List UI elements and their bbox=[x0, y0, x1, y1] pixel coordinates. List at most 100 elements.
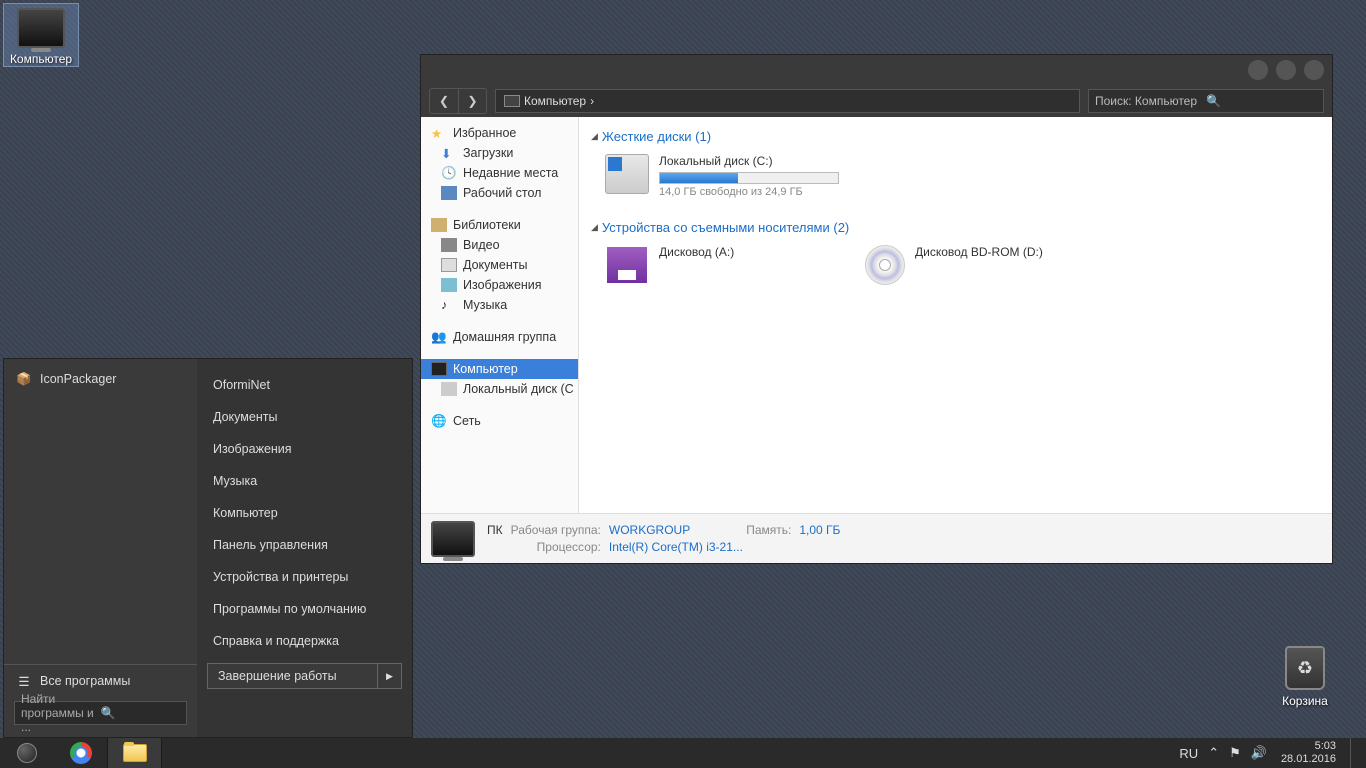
desktop-icon-computer[interactable]: Компьютер bbox=[4, 4, 78, 66]
star-icon: ★ bbox=[431, 126, 447, 140]
sidebar-downloads[interactable]: ⬇Загрузки bbox=[421, 143, 578, 163]
address-location: Компьютер bbox=[524, 94, 586, 108]
iconpackager-icon: 📦 bbox=[16, 371, 32, 387]
sidebar-computer[interactable]: Компьютер bbox=[421, 359, 578, 379]
video-icon bbox=[441, 238, 457, 252]
start-menu-shutdown[interactable]: Завершение работы ▶ bbox=[207, 663, 402, 689]
download-icon: ⬇ bbox=[441, 146, 457, 160]
document-icon bbox=[441, 258, 457, 272]
computer-icon bbox=[504, 95, 520, 107]
sidebar-pictures[interactable]: Изображения bbox=[421, 275, 578, 295]
sidebar-favorites[interactable]: ★Избранное bbox=[421, 123, 578, 143]
details-workgroup-value: WORKGROUP bbox=[609, 523, 690, 537]
search-icon: 🔍 bbox=[101, 706, 181, 720]
sidebar-recent[interactable]: 🕓Недавние места bbox=[421, 163, 578, 183]
drive-floppy-a[interactable]: Дисковод (A:) bbox=[605, 245, 825, 285]
sidebar-videos[interactable]: Видео bbox=[421, 235, 578, 255]
start-menu-item-documents[interactable]: Документы bbox=[197, 401, 412, 433]
minimize-button[interactable] bbox=[1248, 60, 1268, 80]
address-bar[interactable]: Компьютер › bbox=[495, 89, 1080, 113]
tray-language[interactable]: RU bbox=[1179, 746, 1198, 761]
desktop-icon bbox=[441, 186, 457, 200]
start-menu-right-column: OformiNet Документы Изображения Музыка К… bbox=[197, 359, 412, 737]
recycle-bin-icon: ♻ bbox=[1285, 646, 1325, 690]
sidebar-homegroup[interactable]: 👥Домашняя группа bbox=[421, 327, 578, 347]
start-menu-item-music[interactable]: Музыка bbox=[197, 465, 412, 497]
details-memory-label: Память: bbox=[746, 523, 791, 537]
tray-clock[interactable]: 5:03 28.01.2016 bbox=[1277, 740, 1340, 766]
list-icon: ☰ bbox=[16, 673, 32, 689]
system-tray: RU ⌃ ⚑ 🔊 5:03 28.01.2016 bbox=[1173, 738, 1366, 768]
start-orb-icon bbox=[17, 743, 37, 763]
start-menu-item-computer[interactable]: Компьютер bbox=[197, 497, 412, 529]
explorer-details-bar: ПК Рабочая группа: WORKGROUP Память: 1,0… bbox=[421, 513, 1332, 563]
disk-icon bbox=[441, 382, 457, 396]
drive-free-space: 14,0 ГБ свободно из 24,9 ГБ bbox=[659, 186, 839, 198]
breadcrumb-separator: › bbox=[590, 94, 594, 108]
group-header-hdd[interactable]: ◢ Жесткие диски (1) bbox=[591, 125, 1320, 150]
start-menu-all-programs[interactable]: ☰ Все программы bbox=[4, 664, 197, 695]
search-placeholder: Поиск: Компьютер bbox=[1095, 94, 1206, 108]
recent-icon: 🕓 bbox=[441, 166, 457, 180]
drive-name: Локальный диск (C:) bbox=[659, 154, 839, 170]
nav-buttons: ❮ ❯ bbox=[429, 88, 487, 114]
taskbar-app-chrome[interactable] bbox=[54, 738, 108, 768]
start-button[interactable] bbox=[0, 738, 54, 768]
drive-name: Дисковод BD-ROM (D:) bbox=[915, 245, 1043, 261]
window-titlebar[interactable] bbox=[421, 55, 1332, 85]
sidebar-network[interactable]: 🌐Сеть bbox=[421, 411, 578, 431]
all-programs-label: Все программы bbox=[40, 674, 130, 688]
group-header-removable[interactable]: ◢ Устройства со съемными носителями (2) bbox=[591, 216, 1320, 241]
nav-forward-button[interactable]: ❯ bbox=[458, 89, 486, 113]
collapse-triangle-icon: ◢ bbox=[591, 131, 598, 142]
tray-show-hidden-icon[interactable]: ⌃ bbox=[1208, 745, 1219, 761]
sidebar-local-disk[interactable]: Локальный диск (C bbox=[421, 379, 578, 399]
show-desktop-button[interactable] bbox=[1350, 738, 1360, 768]
nav-back-button[interactable]: ❮ bbox=[430, 89, 458, 113]
collapse-triangle-icon: ◢ bbox=[591, 222, 598, 233]
chrome-icon bbox=[70, 742, 92, 764]
desktop-icon-label: Корзина bbox=[1268, 694, 1342, 708]
explorer-body: ★Избранное ⬇Загрузки 🕓Недавние места Раб… bbox=[421, 117, 1332, 513]
search-placeholder: Найти программы и ... bbox=[21, 692, 101, 734]
search-icon: 🔍 bbox=[1206, 94, 1317, 108]
sidebar-desktop[interactable]: Рабочий стол bbox=[421, 183, 578, 203]
start-menu-app-label: IconPackager bbox=[40, 372, 116, 386]
maximize-button[interactable] bbox=[1276, 60, 1296, 80]
music-icon: ♪ bbox=[441, 298, 457, 312]
sidebar-music[interactable]: ♪Музыка bbox=[421, 295, 578, 315]
explorer-search[interactable]: Поиск: Компьютер 🔍 bbox=[1088, 89, 1324, 113]
sidebar-documents[interactable]: Документы bbox=[421, 255, 578, 275]
shutdown-label: Завершение работы bbox=[208, 669, 377, 683]
start-menu-item-devices[interactable]: Устройства и принтеры bbox=[197, 561, 412, 593]
details-cpu-label: Процессор: bbox=[511, 540, 601, 554]
taskbar-app-explorer[interactable] bbox=[108, 738, 162, 768]
homegroup-icon: 👥 bbox=[431, 330, 447, 344]
tray-volume-icon[interactable]: 🔊 bbox=[1251, 745, 1267, 761]
clock-time: 5:03 bbox=[1281, 740, 1336, 753]
explorer-nav-bar: ❮ ❯ Компьютер › Поиск: Компьютер 🔍 bbox=[421, 85, 1332, 117]
drive-bd-rom-d[interactable]: Дисковод BD-ROM (D:) bbox=[865, 245, 1085, 285]
monitor-icon bbox=[431, 362, 447, 376]
monitor-icon bbox=[431, 521, 475, 557]
start-menu-search[interactable]: Найти программы и ... 🔍 bbox=[14, 701, 187, 725]
start-menu-item-help[interactable]: Справка и поддержка bbox=[197, 625, 412, 657]
start-menu-app-iconpackager[interactable]: 📦 IconPackager bbox=[4, 365, 197, 393]
desktop-icon-recycle-bin[interactable]: ♻ Корзина bbox=[1268, 646, 1342, 708]
start-menu-item-control-panel[interactable]: Панель управления bbox=[197, 529, 412, 561]
shutdown-options-arrow[interactable]: ▶ bbox=[377, 664, 401, 688]
monitor-icon bbox=[17, 8, 65, 48]
explorer-sidebar: ★Избранное ⬇Загрузки 🕓Недавние места Раб… bbox=[421, 117, 579, 513]
start-menu-item-pictures[interactable]: Изображения bbox=[197, 433, 412, 465]
explorer-main[interactable]: ◢ Жесткие диски (1) Локальный диск (C:) … bbox=[579, 117, 1332, 513]
drive-local-disk-c[interactable]: Локальный диск (C:) 14,0 ГБ свободно из … bbox=[605, 154, 885, 198]
details-workgroup-label: Рабочая группа: bbox=[511, 523, 601, 537]
hdd-icon bbox=[605, 154, 649, 194]
close-button[interactable] bbox=[1304, 60, 1324, 80]
sidebar-libraries[interactable]: Библиотеки bbox=[421, 215, 578, 235]
tray-action-center-icon[interactable]: ⚑ bbox=[1229, 745, 1241, 761]
start-menu-item-default-programs[interactable]: Программы по умолчанию bbox=[197, 593, 412, 625]
details-pc-label: ПК bbox=[487, 523, 503, 537]
start-menu-item-oforminet[interactable]: OformiNet bbox=[197, 369, 412, 401]
explorer-window: ❮ ❯ Компьютер › Поиск: Компьютер 🔍 ★Избр… bbox=[420, 54, 1333, 564]
